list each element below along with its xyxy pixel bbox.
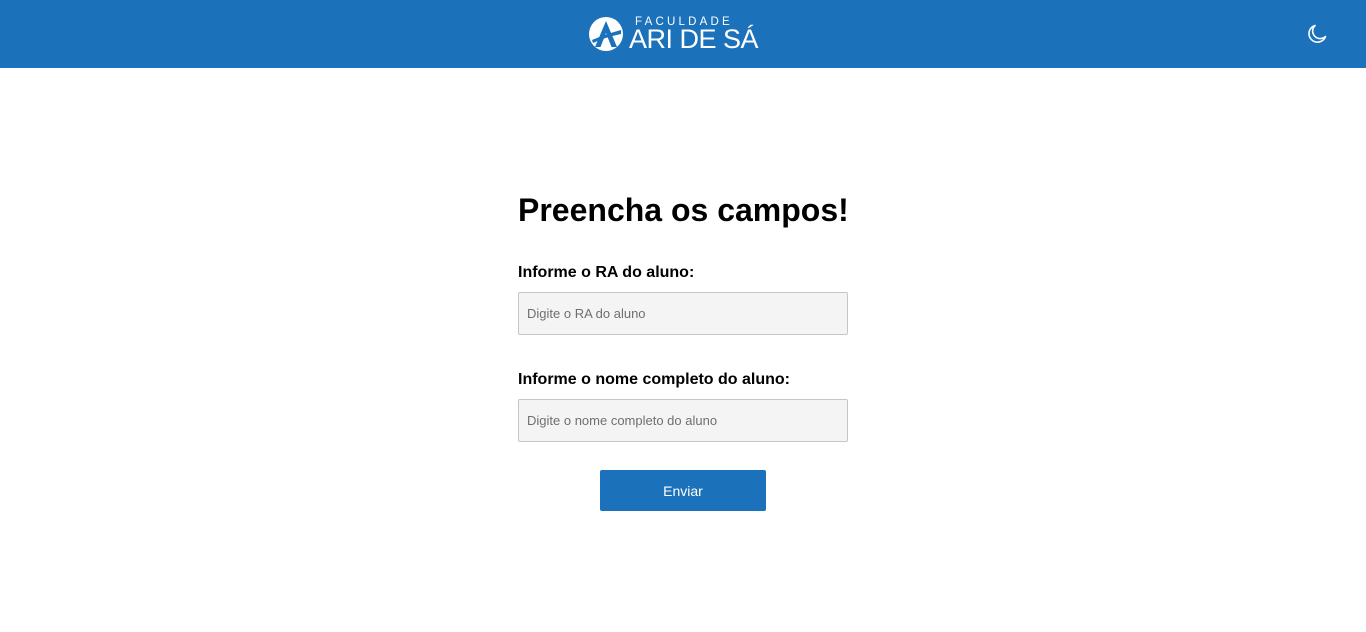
student-form: Preencha os campos! Informe o RA do alun…: [518, 190, 849, 511]
full-name-input[interactable]: [518, 399, 848, 442]
name-label: Informe o nome completo do aluno:: [518, 371, 790, 388]
top-header: FACULDADE ARI DE SÁ: [0, 0, 1366, 68]
ra-label: Informe o RA do aluno:: [518, 264, 695, 281]
ra-input[interactable]: [518, 292, 848, 335]
theme-toggle-button[interactable]: [1305, 22, 1329, 46]
logo-a-icon: [589, 17, 623, 51]
faculdade-ari-de-sa-logo: FACULDADE ARI DE SÁ: [588, 14, 759, 54]
submit-button[interactable]: Enviar: [600, 470, 766, 511]
logo-big-text: ARI DE SÁ: [629, 24, 759, 54]
page-title: Preencha os campos!: [518, 192, 849, 228]
moon-icon: [1308, 24, 1327, 43]
